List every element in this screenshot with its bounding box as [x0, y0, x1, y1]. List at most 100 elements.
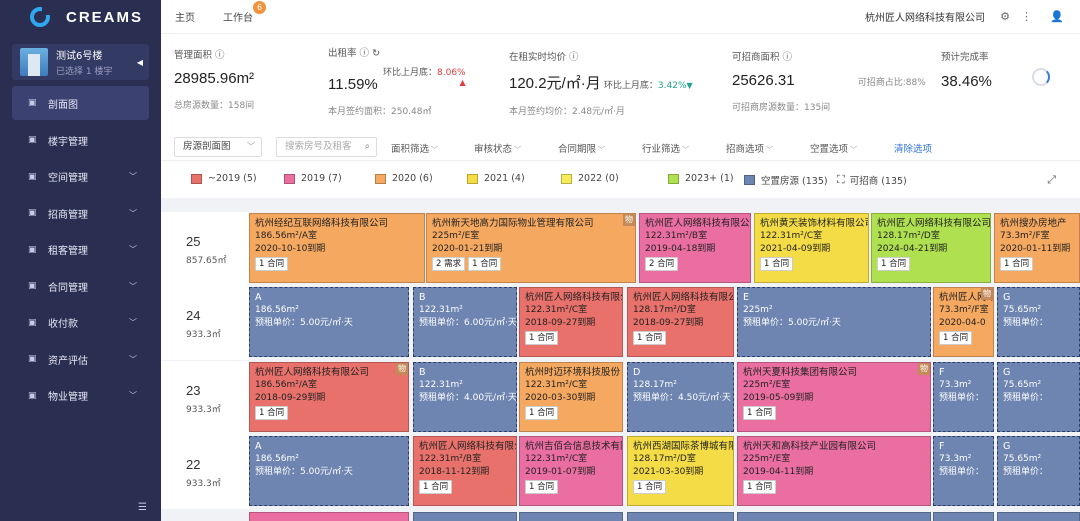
- filter-dropdown[interactable]: 空置选项 ﹀: [810, 141, 857, 155]
- room-tag[interactable]: 1 合同: [633, 331, 667, 345]
- legend-item[interactable]: 2022 (0): [561, 173, 619, 184]
- sidebar-item[interactable]: ▣ 剖面图: [12, 86, 149, 120]
- space-icon: ▣: [28, 171, 37, 182]
- room-area: 225m²: [743, 305, 773, 315]
- room-tag[interactable]: 1 合同: [255, 406, 289, 420]
- room-cell[interactable]: 杭州天和高科技产业园有限公司 225m²/E室 2019-04-11到期 1 合同: [737, 436, 931, 506]
- filter-dropdown[interactable]: 合同期限 ﹀: [558, 141, 605, 155]
- more-icon[interactable]: ⋮: [1021, 10, 1032, 23]
- sidebar-item[interactable]: ▣ 合同管理 ﹀: [0, 268, 161, 305]
- vacant-room-cell[interactable]: A 186.56m² 预租单价：5.00元/㎡·天: [249, 436, 409, 506]
- user-icon[interactable]: 👤: [1050, 10, 1064, 23]
- room-cell[interactable]: 杭州匠人网络科技有限公司 186.56m²/A室 2018-09-29到期 1 合同 物: [249, 362, 409, 432]
- clear-filters-link[interactable]: 清除选项: [894, 141, 932, 155]
- help-icon[interactable]: ⓘ: [360, 48, 370, 59]
- room-tag[interactable]: 1 合同: [1000, 257, 1034, 271]
- vacant-room-cell[interactable]: F 73.3m² 预租单价：: [933, 362, 994, 432]
- room-cell[interactable]: 杭州经纪互联网络科技有限公司 186.56m²/A室 2020-10-10到期 1 合…: [249, 213, 425, 283]
- filter-dropdown[interactable]: 行业筛选 ﹀: [642, 141, 689, 155]
- tab-workbench[interactable]: 工作台 6: [223, 1, 266, 24]
- room-area: 122.31m²: [419, 380, 463, 390]
- sidebar-item[interactable]: ▣ 招商管理 ﹀: [0, 195, 161, 232]
- sidebar-item[interactable]: ▣ 资产评估 ﹀: [0, 341, 161, 378]
- sidebar-item[interactable]: ▣ 收付款 ﹀: [0, 305, 161, 342]
- room-tag[interactable]: 1 合同: [419, 480, 453, 494]
- fullscreen-icon[interactable]: ⤢: [1047, 173, 1056, 187]
- room-cell[interactable]: [997, 512, 1080, 521]
- search-input[interactable]: 搜索房号及租客 ⌕: [276, 137, 377, 157]
- vacant-room-cell[interactable]: G 75.65m² 预租单价：: [997, 362, 1080, 432]
- room-cell[interactable]: 杭州黄天装饰材料有限公司 122.31m²/C室 2021-04-09到期 1 合同: [754, 213, 869, 283]
- filter-dropdown[interactable]: 面积筛选 ﹀: [391, 141, 438, 155]
- room-tag[interactable]: 1 合同: [743, 480, 777, 494]
- legend-item[interactable]: ⛶ 可招商 (135): [837, 173, 907, 187]
- legend-item[interactable]: 空置房源 (135): [744, 173, 828, 187]
- room-cell[interactable]: 杭州匠人网络科技有限公司 128.17m²/D室 2024-04-21到期 1 合同: [871, 213, 991, 283]
- room-tag[interactable]: 1 合同: [760, 257, 794, 271]
- filter-bar: 房源剖面图 ﹀ 搜索房号及租客 ⌕ 面积筛选 ﹀ 审核状态 ﹀ 合同期限 ﹀ 行业筛选 ﹀ 招商…: [161, 133, 1080, 161]
- room-tag[interactable]: 1 合同: [525, 406, 559, 420]
- room-cell[interactable]: 杭州西湖国际茶博城有限公司 128.17m²/D室 2021-03-30到期 1 合同: [627, 436, 734, 506]
- settings-icon[interactable]: ⚙: [1000, 10, 1010, 23]
- vacant-room-cell[interactable]: B 122.31m² 预租单价：4.00元/㎡·天: [413, 362, 517, 432]
- vacant-room-cell[interactable]: F 73.3m² 预租单价：: [933, 436, 994, 506]
- filter-dropdown[interactable]: 招商选项 ﹀: [726, 141, 773, 155]
- room-tag[interactable]: 2 需求: [432, 257, 466, 271]
- legend-item[interactable]: ~2019 (5): [191, 173, 257, 184]
- room-cell[interactable]: 杭州搜办房地产 73.3m²/F室 2020-01-11到期 1 合同: [994, 213, 1080, 283]
- room-tag[interactable]: 2 合同: [645, 257, 679, 271]
- room-cell[interactable]: [413, 512, 517, 521]
- vacant-room-cell[interactable]: B 122.31m² 预租单价：6.00元/㎡·天: [413, 287, 517, 357]
- room-cell[interactable]: [519, 512, 623, 521]
- room-tag[interactable]: 1 合同: [525, 331, 559, 345]
- legend-item[interactable]: 2019 (7): [284, 173, 342, 184]
- refresh-icon[interactable]: ↻: [372, 48, 380, 59]
- room-cell[interactable]: 杭州天夏科技集团有限公司 225m²/E室 2019-05-09到期 1 合同 物: [737, 362, 931, 432]
- legend-item[interactable]: 2023+ (1): [668, 173, 734, 184]
- room-cell[interactable]: 杭州匠人网络科技有限公司 122.31m²/B室 2018-11-12到期 1 合同: [413, 436, 517, 506]
- help-icon[interactable]: ⓘ: [215, 50, 225, 61]
- room-cell[interactable]: 杭州吉佰合信息技术有限公司 122.31m²/C室 2019-01-07到期 1 合同: [519, 436, 623, 506]
- view-select[interactable]: 房源剖面图 ﹀: [174, 137, 262, 157]
- sidebar-item[interactable]: ▣ 物业管理 ﹀: [0, 378, 161, 415]
- room-cell[interactable]: [933, 512, 994, 521]
- vacant-room-cell[interactable]: A 186.56m² 预租单价：5.00元/㎡·天: [249, 287, 409, 357]
- help-icon[interactable]: ⓘ: [569, 52, 579, 63]
- room-cell[interactable]: 杭州时迈环境科技股份 122.31m²/C室 2020-03-30到期 1 合同: [519, 362, 623, 432]
- room-cell[interactable]: [627, 512, 734, 521]
- stats-panel: 管理面积 ⓘ 28985.96m² 总房源数量：158间 出租率 ⓘ ↻ 环比上…: [161, 35, 1080, 121]
- stat-label: 预计完成率: [941, 52, 989, 63]
- filter-dropdown[interactable]: 审核状态 ﹀: [474, 141, 521, 155]
- sidebar-item[interactable]: ▣ 租客管理 ﹀: [0, 232, 161, 269]
- tab-home[interactable]: 主页: [175, 9, 195, 24]
- collapse-menu-icon[interactable]: ☰: [138, 502, 147, 513]
- room-tag[interactable]: 1 合同: [743, 406, 777, 420]
- vacant-room-cell[interactable]: D 128.17m² 预租单价：4.50元/㎡·天: [627, 362, 734, 432]
- room-name: B: [419, 292, 426, 303]
- sidebar-item[interactable]: ▣ 楼宇管理: [0, 122, 161, 159]
- room-tag[interactable]: 1 合同: [468, 257, 502, 271]
- room-tag[interactable]: 1 合同: [939, 331, 973, 345]
- legend-item[interactable]: 2021 (4): [467, 173, 525, 184]
- room-cell[interactable]: 杭州匠人网络 73.3m²/F室 2020-04-0 1 合同物: [933, 287, 994, 357]
- room-cell[interactable]: [249, 512, 409, 521]
- room-tag[interactable]: 1 合同: [255, 257, 289, 271]
- room-tag[interactable]: 1 合同: [633, 480, 667, 494]
- room-cell[interactable]: 杭州匠人网络科技有限公司 122.31m²/B室 2019-04-18到期 2 合同: [639, 213, 751, 283]
- vacant-room-cell[interactable]: G 75.65m² 预租单价：: [997, 436, 1080, 506]
- vacant-room-cell[interactable]: E 225m² 预租单价：5.00元/㎡·天: [737, 287, 931, 357]
- room-cell[interactable]: [737, 512, 931, 521]
- room-tag[interactable]: 1 合同: [877, 257, 911, 271]
- sidebar-item[interactable]: ▣ 空间管理 ﹀: [0, 159, 161, 196]
- room-price: 预租单价：: [939, 467, 985, 477]
- room-cell[interactable]: 杭州匠人网络科技有限公司 122.31m²/C室 2018-09-27到期 1 合同: [519, 287, 623, 357]
- building-selector[interactable]: 测试6号楼 已选择 1 楼宇 ◀: [12, 44, 149, 80]
- help-icon[interactable]: ⓘ: [783, 52, 793, 63]
- vacant-room-cell[interactable]: G 75.65m² 预租单价：: [997, 287, 1080, 357]
- room-tag[interactable]: 1 合同: [525, 480, 559, 494]
- app-logo[interactable]: CREAMS: [0, 0, 161, 34]
- company-name[interactable]: 杭州匠人网络科技有限公司: [865, 9, 985, 24]
- legend-item[interactable]: 2020 (6): [375, 173, 433, 184]
- room-cell[interactable]: 杭州新天地高力国际物业管理有限公司 225m²/E室 2020-01-21到期 2 需…: [426, 213, 636, 283]
- room-cell[interactable]: 杭州匠人网络科技有限公司 128.17m²/D室 2018-09-27到期 1 合同: [627, 287, 734, 357]
